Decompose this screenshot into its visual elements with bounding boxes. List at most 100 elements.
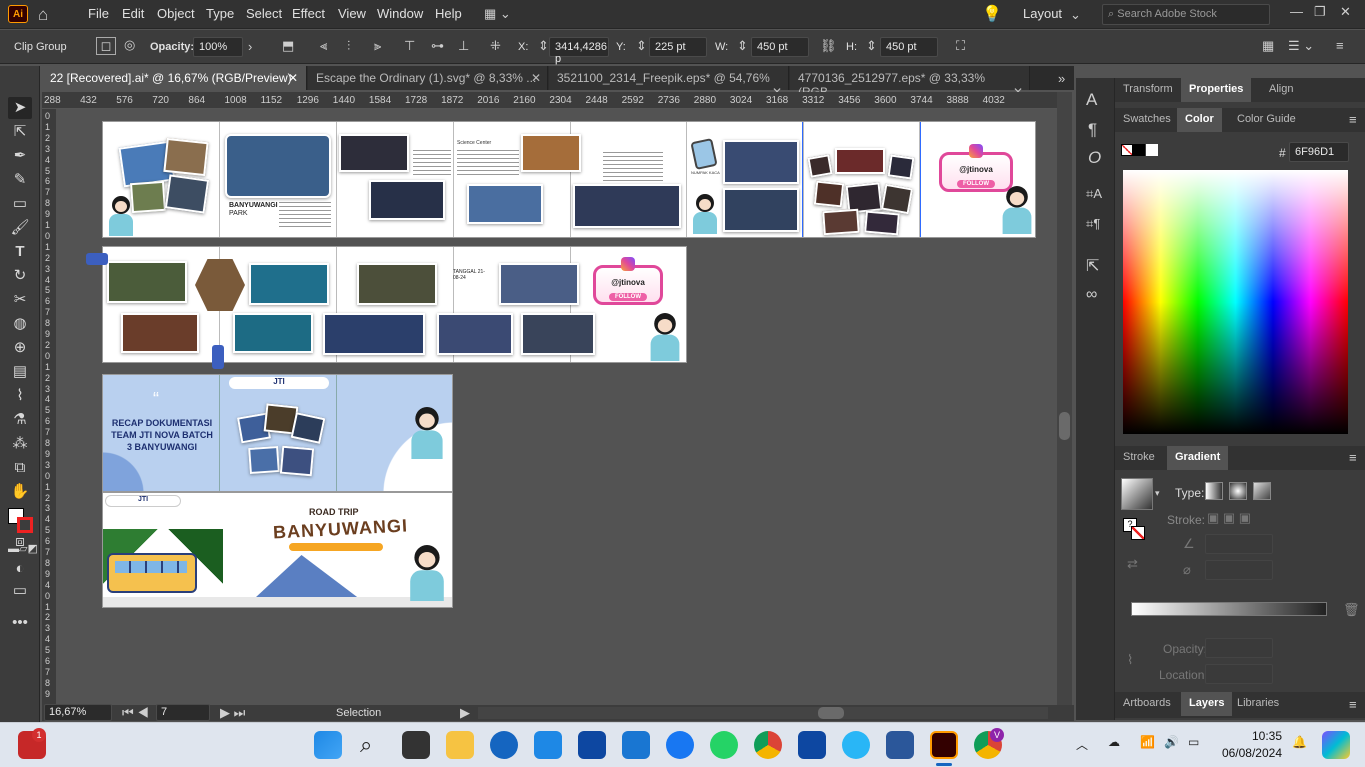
task-view-icon[interactable] bbox=[402, 731, 430, 759]
wifi-icon[interactable]: 📶 bbox=[1140, 735, 1155, 749]
chevron-down-icon[interactable]: ⌄ bbox=[1070, 7, 1081, 23]
artboard-roadtrip[interactable]: JTI ROAD TRIP BANYUWANGI bbox=[102, 492, 453, 608]
chevron-up-icon[interactable]: ︿ bbox=[1076, 736, 1088, 753]
dropbox-icon[interactable] bbox=[578, 731, 606, 759]
gradient-tool-icon[interactable]: ▤ bbox=[8, 361, 32, 383]
artboard-cover[interactable]: “ RECAP DOKUMENTASI TEAM JTI NOVA BATCH … bbox=[102, 374, 453, 492]
menu-effect[interactable]: Effect bbox=[292, 6, 325, 21]
battery-icon[interactable]: ▭ bbox=[1188, 735, 1199, 749]
notification-bell-icon[interactable]: 🔔 bbox=[1292, 735, 1307, 749]
tab-stroke[interactable]: Stroke bbox=[1115, 446, 1163, 470]
close-icon[interactable]: ✕ bbox=[1340, 4, 1351, 20]
opacity-field[interactable]: 100% bbox=[193, 37, 243, 57]
links-icon[interactable]: ∞ bbox=[1086, 286, 1097, 304]
color-spectrum[interactable] bbox=[1123, 170, 1348, 434]
zoom-field[interactable]: 16,67% bbox=[44, 704, 112, 721]
tab-overflow-icon[interactable]: » bbox=[1058, 71, 1065, 86]
menu-view[interactable]: View bbox=[338, 6, 366, 21]
hex-field[interactable]: 6F96D1 bbox=[1289, 142, 1349, 162]
export-icon[interactable]: ⇱ bbox=[1086, 256, 1099, 276]
volume-icon[interactable]: 🔊 bbox=[1164, 735, 1179, 749]
tab-color[interactable]: Color bbox=[1177, 108, 1222, 132]
fill-stroke-mini[interactable] bbox=[1121, 144, 1161, 158]
align-right-icon[interactable]: ⫸ bbox=[374, 38, 381, 54]
artboard-canvas[interactable]: BANYUWANGI PARK Science Center NUMPAK KA… bbox=[56, 109, 1057, 705]
facebook-icon[interactable] bbox=[666, 731, 694, 759]
color-mode-icon[interactable]: ▬▱◩ bbox=[8, 538, 38, 560]
tab-transform[interactable]: Transform bbox=[1115, 78, 1181, 102]
align-center-icon[interactable]: ⫶ bbox=[347, 38, 350, 54]
clock-time[interactable]: 10:35 bbox=[1218, 729, 1282, 743]
direct-selection-tool-icon[interactable]: ⇱ bbox=[8, 121, 32, 143]
x-stepper-icon[interactable]: ⇕ bbox=[538, 38, 549, 54]
workspace-switcher-icon[interactable]: ▦ ⌄ bbox=[484, 6, 511, 22]
menu-help[interactable]: Help bbox=[435, 6, 462, 21]
app-s-icon[interactable] bbox=[622, 731, 650, 759]
stroke-within-icon[interactable]: ▣ ▣ ▣ bbox=[1207, 510, 1251, 526]
scroll-thumb[interactable] bbox=[1059, 412, 1070, 440]
opentype-panel-icon[interactable]: O bbox=[1088, 148, 1101, 168]
store-icon[interactable] bbox=[534, 731, 562, 759]
eyedropper-icon[interactable]: ⌇ bbox=[1127, 652, 1133, 668]
menu-edit[interactable]: Edit bbox=[122, 6, 144, 21]
tab-document-4[interactable]: 4770136_2512977.eps* @ 33,33% (RGB...✕ bbox=[790, 66, 1030, 99]
chevron-down-icon[interactable]: ▾ bbox=[1155, 488, 1160, 499]
lightbulb-icon[interactable]: 💡 bbox=[982, 4, 1002, 24]
word-icon[interactable] bbox=[886, 731, 914, 759]
horizontal-scrollbar[interactable] bbox=[478, 707, 1048, 719]
panel-menu-icon[interactable]: ≡ bbox=[1349, 697, 1357, 712]
paintbrush-tool-icon[interactable]: 🖌 bbox=[8, 217, 32, 239]
symbol-sprayer-tool-icon[interactable]: ⁂ bbox=[8, 433, 32, 455]
app-blue-icon[interactable] bbox=[842, 731, 870, 759]
draw-mode-icon[interactable]: ◐ bbox=[8, 558, 32, 580]
artboard-row-2[interactable]: TANGGAL 21-08-24 @jtinova FOLLOW bbox=[102, 246, 687, 363]
pen-tool-icon[interactable]: ✒ bbox=[8, 145, 32, 167]
home-icon[interactable]: ⌂ bbox=[38, 5, 48, 25]
warp-tool-icon[interactable]: ◍ bbox=[8, 313, 32, 335]
blend-tool-icon[interactable]: ⚗ bbox=[8, 409, 32, 431]
selected-clip-group[interactable] bbox=[802, 122, 921, 237]
x-field[interactable]: 3414,4286 p bbox=[549, 37, 609, 65]
status-menu-icon[interactable]: ▶ bbox=[460, 705, 470, 721]
rectangle-tool-icon[interactable]: ▭ bbox=[8, 193, 32, 215]
menu-window[interactable]: Window bbox=[377, 6, 423, 21]
panel-menu-icon[interactable]: ≡ bbox=[1349, 450, 1357, 465]
tab-properties[interactable]: Properties bbox=[1181, 78, 1252, 102]
chrome-icon[interactable] bbox=[754, 731, 782, 759]
artboard-nav-next-icon[interactable]: ▶ ⏭ bbox=[220, 705, 245, 721]
clock-date[interactable]: 06/08/2024 bbox=[1218, 746, 1282, 760]
tab-document-2[interactable]: Escape the Ordinary (1).svg* @ 8,33% ...… bbox=[308, 66, 548, 90]
character-panel-icon[interactable]: A bbox=[1086, 90, 1097, 110]
minimize-icon[interactable]: — bbox=[1290, 4, 1303, 19]
tab-gradient[interactable]: Gradient bbox=[1167, 446, 1229, 470]
artboard-row-1[interactable]: BANYUWANGI PARK Science Center NUMPAK KA… bbox=[102, 121, 1036, 238]
artboard-number-field[interactable]: 7 bbox=[156, 704, 210, 721]
hand-tool-icon[interactable]: ✋ bbox=[8, 481, 32, 503]
isolate-icon[interactable]: ◻ bbox=[96, 37, 116, 55]
gradient-preview[interactable] bbox=[1121, 478, 1153, 510]
character-styles-icon[interactable]: ⌗A bbox=[1086, 186, 1102, 202]
aspect-ratio-icon[interactable]: ⌀ bbox=[1183, 562, 1191, 578]
angle-field[interactable] bbox=[1205, 534, 1273, 554]
w-field[interactable]: 450 pt bbox=[751, 37, 809, 57]
h-stepper-icon[interactable]: ⇕ bbox=[866, 38, 877, 54]
freeform-gradient-icon[interactable] bbox=[1253, 482, 1271, 500]
constrain-link-icon[interactable]: ⛓ bbox=[820, 38, 837, 54]
close-tab-icon[interactable]: ✕ bbox=[531, 71, 541, 85]
close-tab-icon[interactable]: ✕ bbox=[288, 71, 298, 85]
screen-mode-icon[interactable]: ▭ bbox=[8, 580, 32, 602]
app-slash-icon[interactable] bbox=[798, 731, 826, 759]
w-stepper-icon[interactable]: ⇕ bbox=[737, 38, 748, 54]
gradient-location-field[interactable] bbox=[1205, 664, 1273, 684]
windows-start-icon[interactable] bbox=[314, 731, 342, 759]
menu-select[interactable]: Select bbox=[246, 6, 282, 21]
tab-swatches[interactable]: Swatches bbox=[1115, 108, 1179, 132]
reference-point-icon[interactable]: ⁜ bbox=[490, 38, 501, 54]
file-explorer-icon[interactable] bbox=[446, 731, 474, 759]
y-stepper-icon[interactable]: ⇕ bbox=[636, 38, 647, 54]
edit-contents-icon[interactable]: ◎ bbox=[124, 37, 135, 53]
tab-align[interactable]: Align bbox=[1261, 78, 1301, 102]
vertical-scrollbar[interactable] bbox=[1057, 92, 1072, 705]
eyedropper-tool-icon[interactable]: ⌇ bbox=[8, 385, 32, 407]
tab-libraries[interactable]: Libraries bbox=[1229, 692, 1287, 716]
